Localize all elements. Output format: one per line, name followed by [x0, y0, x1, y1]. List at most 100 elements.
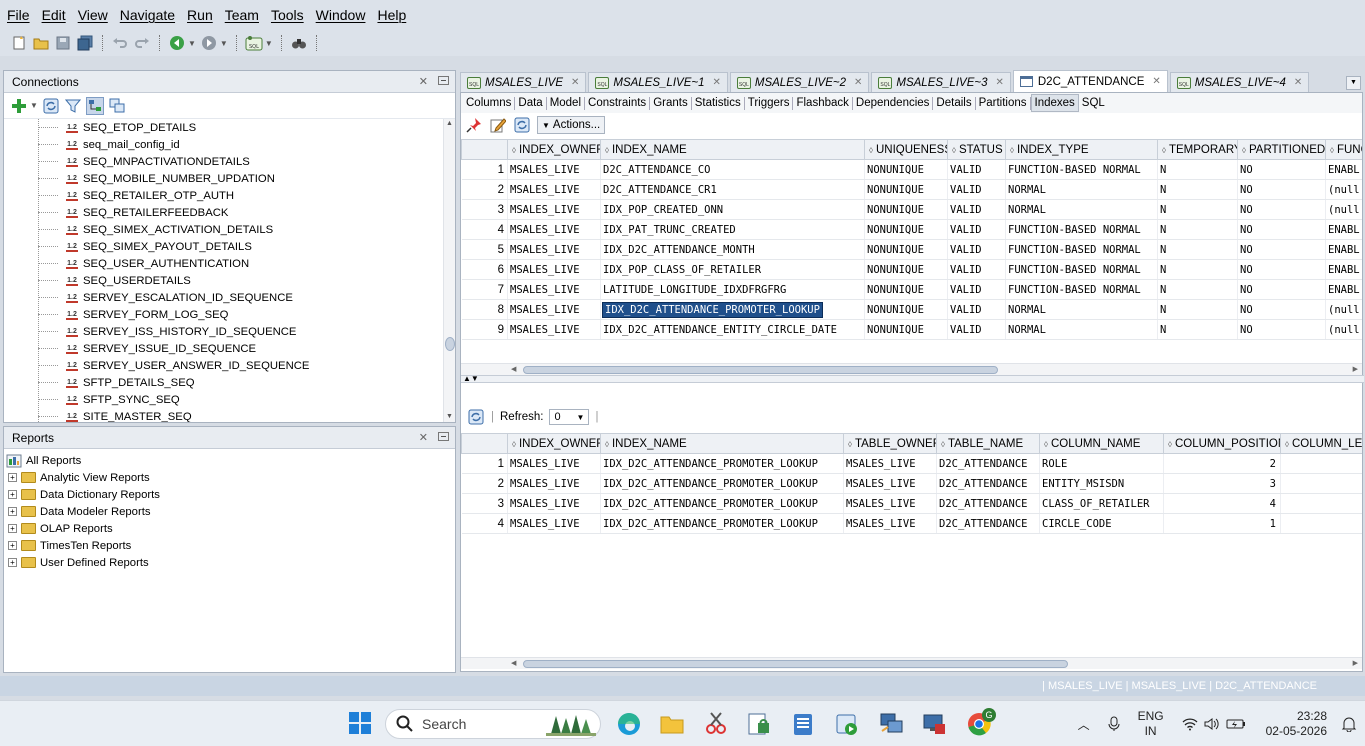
forward-dropdown-icon[interactable]: ▼ [220, 39, 228, 48]
table-cell[interactable]: IDX_POP_CLASS_OF_RETAILER [600, 259, 865, 280]
table-cell[interactable] [1280, 473, 1362, 494]
menu-view[interactable]: View [73, 7, 113, 23]
column-header[interactable]: ◊ TABLE_NAME [936, 433, 1040, 454]
table-cell[interactable]: MSALES_LIVE [507, 513, 601, 534]
table-cell[interactable]: MSALES_LIVE [507, 319, 601, 340]
table-cell[interactable]: NO [1237, 299, 1326, 320]
edit-icon[interactable] [489, 116, 507, 134]
column-header[interactable]: ◊ INDEX_TYPE [1005, 139, 1158, 160]
menu-file[interactable]: File [2, 7, 35, 23]
table-cell[interactable]: N [1157, 279, 1238, 300]
chevron-up-icon[interactable]: ︿ [1078, 716, 1090, 733]
media-player-icon[interactable] [834, 711, 860, 737]
expand-icon[interactable]: + [8, 507, 17, 516]
language-indicator[interactable]: ENG IN [1138, 709, 1164, 739]
minimize-icon[interactable] [438, 432, 449, 441]
subtab-partitions[interactable]: Partitions [976, 96, 1031, 110]
table-cell[interactable]: N [1157, 259, 1238, 280]
table-cell[interactable]: D2C_ATTENDANCE [936, 453, 1040, 474]
close-icon[interactable]: ✕ [419, 431, 428, 444]
save-all-icon[interactable] [76, 34, 94, 52]
table-cell[interactable]: NORMAL [1005, 299, 1158, 320]
table-cell[interactable]: ENABL [1325, 239, 1362, 260]
sequence-node[interactable]: 1.2 SITE_MASTER_SEQ [4, 408, 443, 422]
table-cell[interactable]: MSALES_LIVE [843, 493, 937, 514]
table-cell[interactable]: FUNCTION-BASED NORMAL [1005, 279, 1158, 300]
subtab-columns[interactable]: Columns [463, 96, 516, 110]
sequence-node[interactable]: 1.2 SERVEY_USER_ANSWER_ID_SEQUENCE [4, 357, 443, 374]
expand-icon[interactable]: + [8, 490, 17, 499]
expand-icon[interactable]: + [8, 524, 17, 533]
table-cell[interactable]: 3 [1163, 473, 1281, 494]
table-cell[interactable]: 1 [1163, 513, 1281, 534]
table-row[interactable]: 3 MSALES_LIVE IDX_D2C_ATTENDANCE_PROMOTER_… [461, 493, 1362, 514]
subtab-details[interactable]: Details [933, 96, 976, 110]
filter-icon[interactable] [64, 97, 82, 115]
subtab-indexes[interactable]: Indexes [1030, 94, 1079, 112]
sequence-node[interactable]: 1.2 SFTP_SYNC_SEQ [4, 391, 443, 408]
scrollbar-thumb[interactable] [523, 660, 1068, 668]
pin-icon[interactable] [465, 116, 483, 134]
sort-icon[interactable]: ◊ [512, 146, 516, 155]
sort-icon[interactable]: ◊ [605, 146, 609, 155]
notepad-icon[interactable] [790, 711, 816, 737]
table-cell[interactable]: VALID [947, 299, 1006, 320]
add-dropdown-icon[interactable]: ▼ [30, 101, 38, 110]
table-cell[interactable]: IDX_D2C_ATTENDANCE_PROMOTER_LOOKUP [600, 473, 844, 494]
column-header[interactable]: ◊COLUMN_LEN [1280, 433, 1362, 454]
column-header[interactable]: ◊ TABLE_OWNER [843, 433, 937, 454]
table-cell[interactable]: NONUNIQUE [864, 219, 948, 240]
undo-icon[interactable] [111, 34, 129, 52]
close-icon[interactable]: ✕ [419, 75, 428, 88]
table-cell[interactable]: N [1157, 199, 1238, 220]
new-file-icon[interactable] [10, 34, 28, 52]
column-header[interactable]: ◊ INDEX_OWNER [507, 139, 601, 160]
table-cell[interactable]: MSALES_LIVE [843, 473, 937, 494]
wifi-icon[interactable] [1182, 717, 1198, 731]
document-tab[interactable]: SQL MSALES_LIVE ✕ [460, 72, 587, 92]
secure-file-icon[interactable] [746, 711, 772, 737]
table-row[interactable]: 4 MSALES_LIVE IDX_PAT_TRUNC_CREATED NONUNIQ… [461, 219, 1362, 240]
sort-icon[interactable]: ◊ [1010, 146, 1014, 155]
sequence-node[interactable]: 1.2 SERVEY_ISSUE_ID_SEQUENCE [4, 340, 443, 357]
table-cell[interactable]: D2C_ATTENDANCE [936, 473, 1040, 494]
table-row[interactable]: 2 MSALES_LIVE IDX_D2C_ATTENDANCE_PROMOTER_… [461, 473, 1362, 494]
table-cell[interactable]: MSALES_LIVE [507, 199, 601, 220]
table-cell[interactable]: (null [1325, 299, 1362, 320]
sort-icon[interactable]: ◊ [848, 440, 852, 449]
volume-icon[interactable] [1204, 717, 1220, 731]
sort-icon[interactable]: ◊ [1242, 146, 1246, 155]
table-cell[interactable]: NO [1237, 239, 1326, 260]
connections-scrollbar[interactable]: ▲ ▼ [443, 119, 455, 422]
notifications-icon[interactable] [1341, 716, 1357, 732]
table-cell[interactable]: IDX_PAT_TRUNC_CREATED [600, 219, 865, 240]
report-category-node[interactable]: + Analytic View Reports [4, 469, 455, 486]
subtab-statistics[interactable]: Statistics [692, 96, 745, 110]
binoculars-icon[interactable] [290, 34, 308, 52]
table-cell[interactable]: FUNCTION-BASED NORMAL [1005, 219, 1158, 240]
sort-icon[interactable]: ◊ [1162, 146, 1166, 155]
table-cell[interactable]: VALID [947, 259, 1006, 280]
menu-edit[interactable]: Edit [37, 7, 71, 23]
subtab-data[interactable]: Data [515, 96, 547, 110]
table-cell[interactable]: N [1157, 219, 1238, 240]
table-cell[interactable]: FUNCTION-BASED NORMAL [1005, 259, 1158, 280]
scroll-down-icon[interactable]: ▼ [444, 412, 455, 422]
sort-icon[interactable]: ◊ [1330, 146, 1334, 155]
column-header[interactable]: ◊ PARTITIONED [1237, 139, 1326, 160]
sequence-node[interactable]: 1.2 SERVEY_ISS_HISTORY_ID_SEQUENCE [4, 323, 443, 340]
document-tab[interactable]: SQL MSALES_LIVE~2 ✕ [729, 72, 870, 92]
report-category-node[interactable]: + Data Modeler Reports [4, 503, 455, 520]
table-row[interactable]: 1 MSALES_LIVE D2C_ATTENDANCE_CO NONUNIQUE VA… [461, 159, 1362, 180]
column-header[interactable]: ◊ INDEX_NAME [600, 433, 844, 454]
table-cell[interactable]: N [1157, 159, 1238, 180]
table-cell[interactable]: (null [1325, 179, 1362, 200]
table-cell[interactable]: MSALES_LIVE [507, 299, 601, 320]
taskbar-search[interactable]: Search [385, 709, 601, 739]
sql-dropdown-icon[interactable]: ▼ [265, 39, 273, 48]
table-cell[interactable]: CLASS_OF_RETAILER [1039, 493, 1164, 514]
table-cell[interactable]: FUNCTION-BASED NORMAL [1005, 239, 1158, 260]
scrollbar-knob[interactable] [445, 337, 455, 351]
subtab-sql[interactable]: SQL [1079, 97, 1108, 110]
document-tab[interactable]: D2C_ATTENDANCE ✕ [1012, 70, 1168, 92]
